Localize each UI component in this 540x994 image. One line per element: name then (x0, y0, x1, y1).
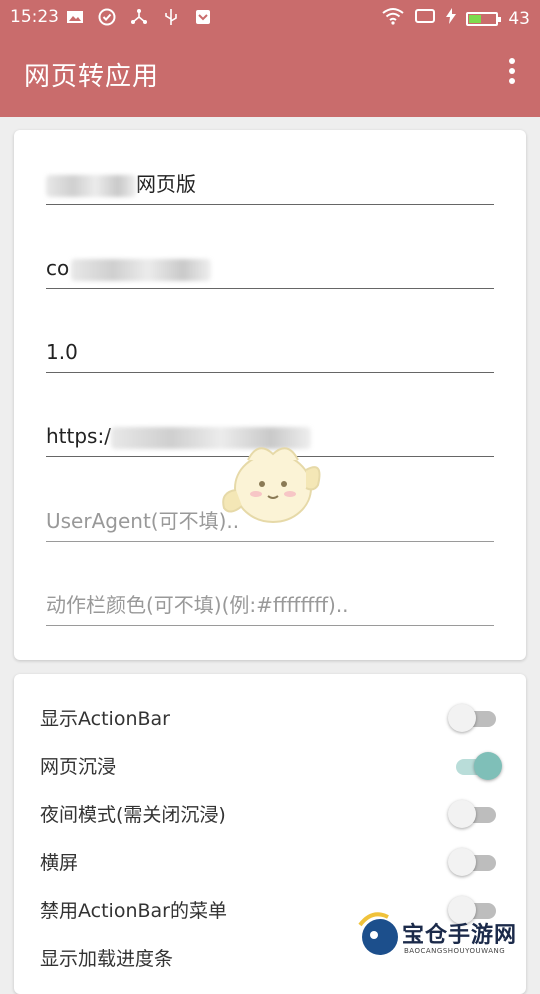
landscape-toggle[interactable] (448, 848, 500, 876)
switch-label: 横屏 (40, 852, 79, 874)
battery-icon (466, 11, 502, 26)
package-prefix: co (46, 256, 70, 280)
watermark-logo: 宝仓手游网 BAOCANGSHOUYOUWANG (350, 905, 540, 960)
actionbar-color-field[interactable]: 动作栏颜色(可不填)(例:#ffffffff).. (46, 585, 494, 626)
watermark-text: 宝仓手游网 (402, 923, 518, 948)
switch-row-immersive[interactable]: 网页沉浸 (40, 750, 502, 780)
switch-row-landscape[interactable]: 横屏 (40, 846, 500, 876)
share-icon (130, 8, 148, 26)
more-vert-icon[interactable] (504, 58, 520, 90)
form-card: 网页版 co 1.0 https:/ UserAgent(可不填).. 动作栏颜… (14, 130, 526, 660)
mascot-sticker (218, 430, 328, 530)
useragent-placeholder: UserAgent(可不填).. (46, 509, 240, 533)
battery-fill (469, 14, 482, 23)
image-icon (66, 8, 84, 26)
immersive-toggle[interactable] (448, 752, 502, 780)
check-circle-icon (98, 8, 116, 26)
usb-icon (162, 8, 180, 26)
redacted-text (71, 258, 212, 281)
screen-icon (414, 7, 436, 30)
switch-label: 显示ActionBar (40, 708, 170, 730)
wifi-icon (382, 7, 404, 30)
url-prefix: https:/ (46, 424, 111, 448)
version-field[interactable]: 1.0 (46, 332, 494, 373)
status-right: 43 (382, 7, 530, 30)
charging-bolt-icon (446, 8, 457, 29)
status-time: 15:23 (10, 7, 59, 27)
switch-label: 禁用ActionBar的菜单 (40, 900, 227, 922)
switch-row-show-actionbar[interactable]: 显示ActionBar (40, 702, 500, 732)
version-value: 1.0 (46, 340, 78, 364)
watermark-subtext: BAOCANGSHOUYOUWANG (404, 947, 506, 955)
switch-label: 网页沉浸 (40, 756, 117, 778)
switch-label: 显示加载进度条 (40, 948, 174, 970)
actionbar-color-placeholder: 动作栏颜色(可不填)(例:#ffffffff).. (46, 593, 349, 617)
download-shield-icon (194, 8, 212, 26)
switch-label: 夜间模式(需关闭沉浸) (40, 804, 226, 826)
package-name-field[interactable]: co (46, 248, 494, 289)
battery-level: 43 (508, 8, 530, 29)
toolbar-title: 网页转应用 (24, 62, 160, 92)
status-bar: 15:23 43 (0, 0, 540, 34)
night-mode-toggle[interactable] (448, 800, 500, 828)
redacted-text (46, 174, 136, 197)
notification-icons (66, 8, 212, 26)
app-name-suffix: 网页版 (136, 172, 196, 196)
show-actionbar-toggle[interactable] (448, 704, 500, 732)
app-name-field[interactable]: 网页版 (46, 164, 494, 205)
app-toolbar: 网页转应用 (0, 34, 540, 117)
switch-row-night-mode[interactable]: 夜间模式(需关闭沉浸) (40, 798, 500, 828)
